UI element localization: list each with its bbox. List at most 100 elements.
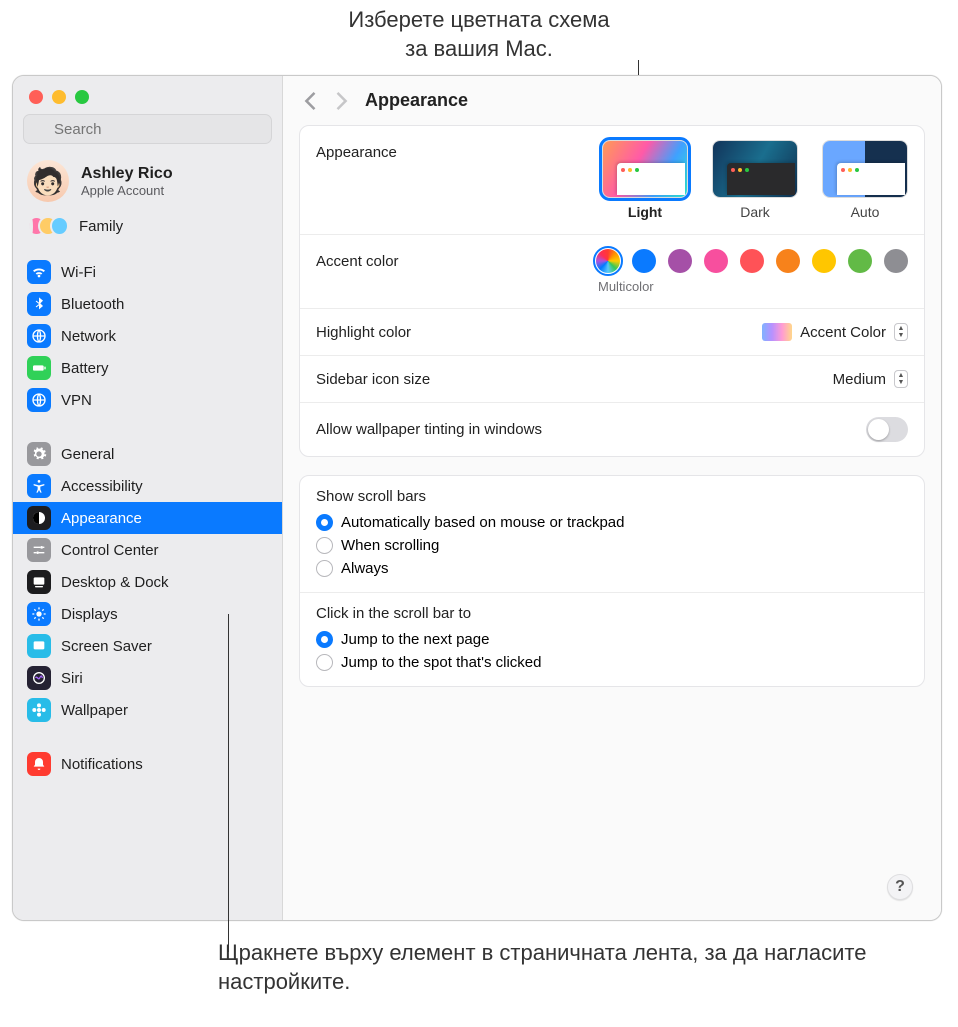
accent-swatch[interactable] [668, 249, 692, 273]
close-button[interactable] [29, 90, 43, 104]
accent-swatch[interactable] [596, 249, 620, 273]
accent-swatch[interactable] [704, 249, 728, 273]
sidebar-item-siri[interactable]: Siri [13, 662, 282, 694]
scrollbars-option[interactable]: Always [316, 557, 908, 580]
sidebar-item-label: Screen Saver [61, 638, 152, 655]
sidebar-item-battery[interactable]: Battery [13, 352, 282, 384]
appearance-option-light[interactable]: Light [602, 140, 688, 220]
scroll-panel: Show scroll bars Automatically based on … [299, 475, 925, 687]
radio-icon [316, 560, 333, 577]
settings-window: 🧑🏻 Ashley Rico Apple Account Family Wi-F… [12, 75, 942, 921]
sidebar-size-select[interactable]: Medium ▲▼ [833, 370, 908, 388]
tinting-toggle[interactable] [866, 417, 908, 442]
sidebar-item-screen-saver[interactable]: Screen Saver [13, 630, 282, 662]
account-sub: Apple Account [81, 183, 173, 198]
main-header: Appearance [283, 76, 941, 125]
main-pane: Appearance Appearance Light Dark Auto Acce… [283, 76, 941, 920]
sidebar-item-displays[interactable]: Displays [13, 598, 282, 630]
sidebar-item-label: Battery [61, 360, 109, 377]
appearance-thumb-icon [712, 140, 798, 198]
fullscreen-button[interactable] [75, 90, 89, 104]
appearance-thumb-icon [602, 140, 688, 198]
sidebar-item-label: Network [61, 328, 116, 345]
page-title: Appearance [365, 90, 468, 111]
avatar: 🧑🏻 [27, 160, 69, 202]
scrollclick-option[interactable]: Jump to the spot that's clicked [316, 651, 908, 674]
sidebar-size-label: Sidebar icon size [316, 371, 430, 388]
accent-swatch[interactable] [812, 249, 836, 273]
sidebar-item-general[interactable]: General [13, 438, 282, 470]
appearance-panel: Appearance LightDarkAuto Accent color Mu… [299, 125, 925, 457]
appearance-option-label: Auto [822, 204, 908, 220]
accent-swatch[interactable] [848, 249, 872, 273]
accent-label: Accent color [316, 249, 399, 270]
sidebar: 🧑🏻 Ashley Rico Apple Account Family Wi-F… [13, 76, 283, 920]
appearance-option-dark[interactable]: Dark [712, 140, 798, 220]
appearance-option-auto[interactable]: Auto [822, 140, 908, 220]
sidebar-item-label: Desktop & Dock [61, 574, 169, 591]
globe-icon [27, 388, 51, 412]
radio-icon [316, 654, 333, 671]
sidebar-item-label: Wallpaper [61, 702, 128, 719]
minimize-button[interactable] [52, 90, 66, 104]
accent-swatch[interactable] [632, 249, 656, 273]
sidebar-item-label: Appearance [61, 510, 142, 527]
accent-swatch[interactable] [884, 249, 908, 273]
back-button[interactable] [303, 92, 317, 110]
sidebar-item-bluetooth[interactable]: Bluetooth [13, 288, 282, 320]
accent-swatch[interactable] [740, 249, 764, 273]
family-item[interactable]: Family [13, 208, 282, 248]
scrollbars-option[interactable]: When scrolling [316, 534, 908, 557]
brightness-icon [27, 602, 51, 626]
sidebar-item-vpn[interactable]: VPN [13, 384, 282, 416]
radio-label: When scrolling [341, 537, 439, 554]
scrollclick-option[interactable]: Jump to the next page [316, 628, 908, 651]
sidebar-item-label: Displays [61, 606, 118, 623]
scrollbars-option[interactable]: Automatically based on mouse or trackpad [316, 511, 908, 534]
chevron-updown-icon: ▲▼ [894, 370, 908, 388]
callout-top: Изберете цветната схема за вашия Mac. [0, 0, 620, 67]
sidebar-item-accessibility[interactable]: Accessibility [13, 470, 282, 502]
screensaver-icon [27, 634, 51, 658]
family-avatars-icon [27, 214, 69, 238]
sidebar-item-label: Accessibility [61, 478, 143, 495]
tinting-label: Allow wallpaper tinting in windows [316, 421, 542, 438]
help-button[interactable]: ? [887, 874, 913, 900]
sidebar-item-label: General [61, 446, 114, 463]
apple-account[interactable]: 🧑🏻 Ashley Rico Apple Account [13, 154, 282, 208]
battery-icon [27, 356, 51, 380]
radio-icon [316, 537, 333, 554]
highlight-label: Highlight color [316, 324, 411, 341]
accent-swatch[interactable] [776, 249, 800, 273]
radio-label: Always [341, 560, 389, 577]
forward-button[interactable] [335, 92, 349, 110]
highlight-value: Accent Color [800, 324, 886, 341]
accessibility-icon [27, 474, 51, 498]
account-name: Ashley Rico [81, 165, 173, 183]
appearance-label: Appearance [316, 140, 397, 161]
highlight-swatch-icon [762, 323, 792, 341]
window-controls [13, 76, 282, 114]
radio-icon [316, 514, 333, 531]
sidebar-item-desktop-dock[interactable]: Desktop & Dock [13, 566, 282, 598]
radio-label: Automatically based on mouse or trackpad [341, 514, 624, 531]
sidebar-item-wi-fi[interactable]: Wi-Fi [13, 256, 282, 288]
appearance-icon [27, 506, 51, 530]
family-label: Family [79, 218, 123, 235]
sidebar-item-label: VPN [61, 392, 92, 409]
sidebar-item-network[interactable]: Network [13, 320, 282, 352]
sidebar-size-value: Medium [833, 371, 886, 388]
sidebar-item-wallpaper[interactable]: Wallpaper [13, 694, 282, 726]
sidebar-item-label: Control Center [61, 542, 159, 559]
dock-icon [27, 570, 51, 594]
sidebar-item-appearance[interactable]: Appearance [13, 502, 282, 534]
callout-bottom: Щракнете върху елемент в страничната лен… [0, 929, 958, 1016]
highlight-select[interactable]: Accent Color ▲▼ [762, 323, 908, 341]
chevron-updown-icon: ▲▼ [894, 323, 908, 341]
sidebar-item-control-center[interactable]: Control Center [13, 534, 282, 566]
search-input[interactable] [23, 114, 272, 144]
flower-icon [27, 698, 51, 722]
sidebar-item-notifications[interactable]: Notifications [13, 748, 282, 780]
radio-icon [316, 631, 333, 648]
radio-label: Jump to the spot that's clicked [341, 654, 541, 671]
